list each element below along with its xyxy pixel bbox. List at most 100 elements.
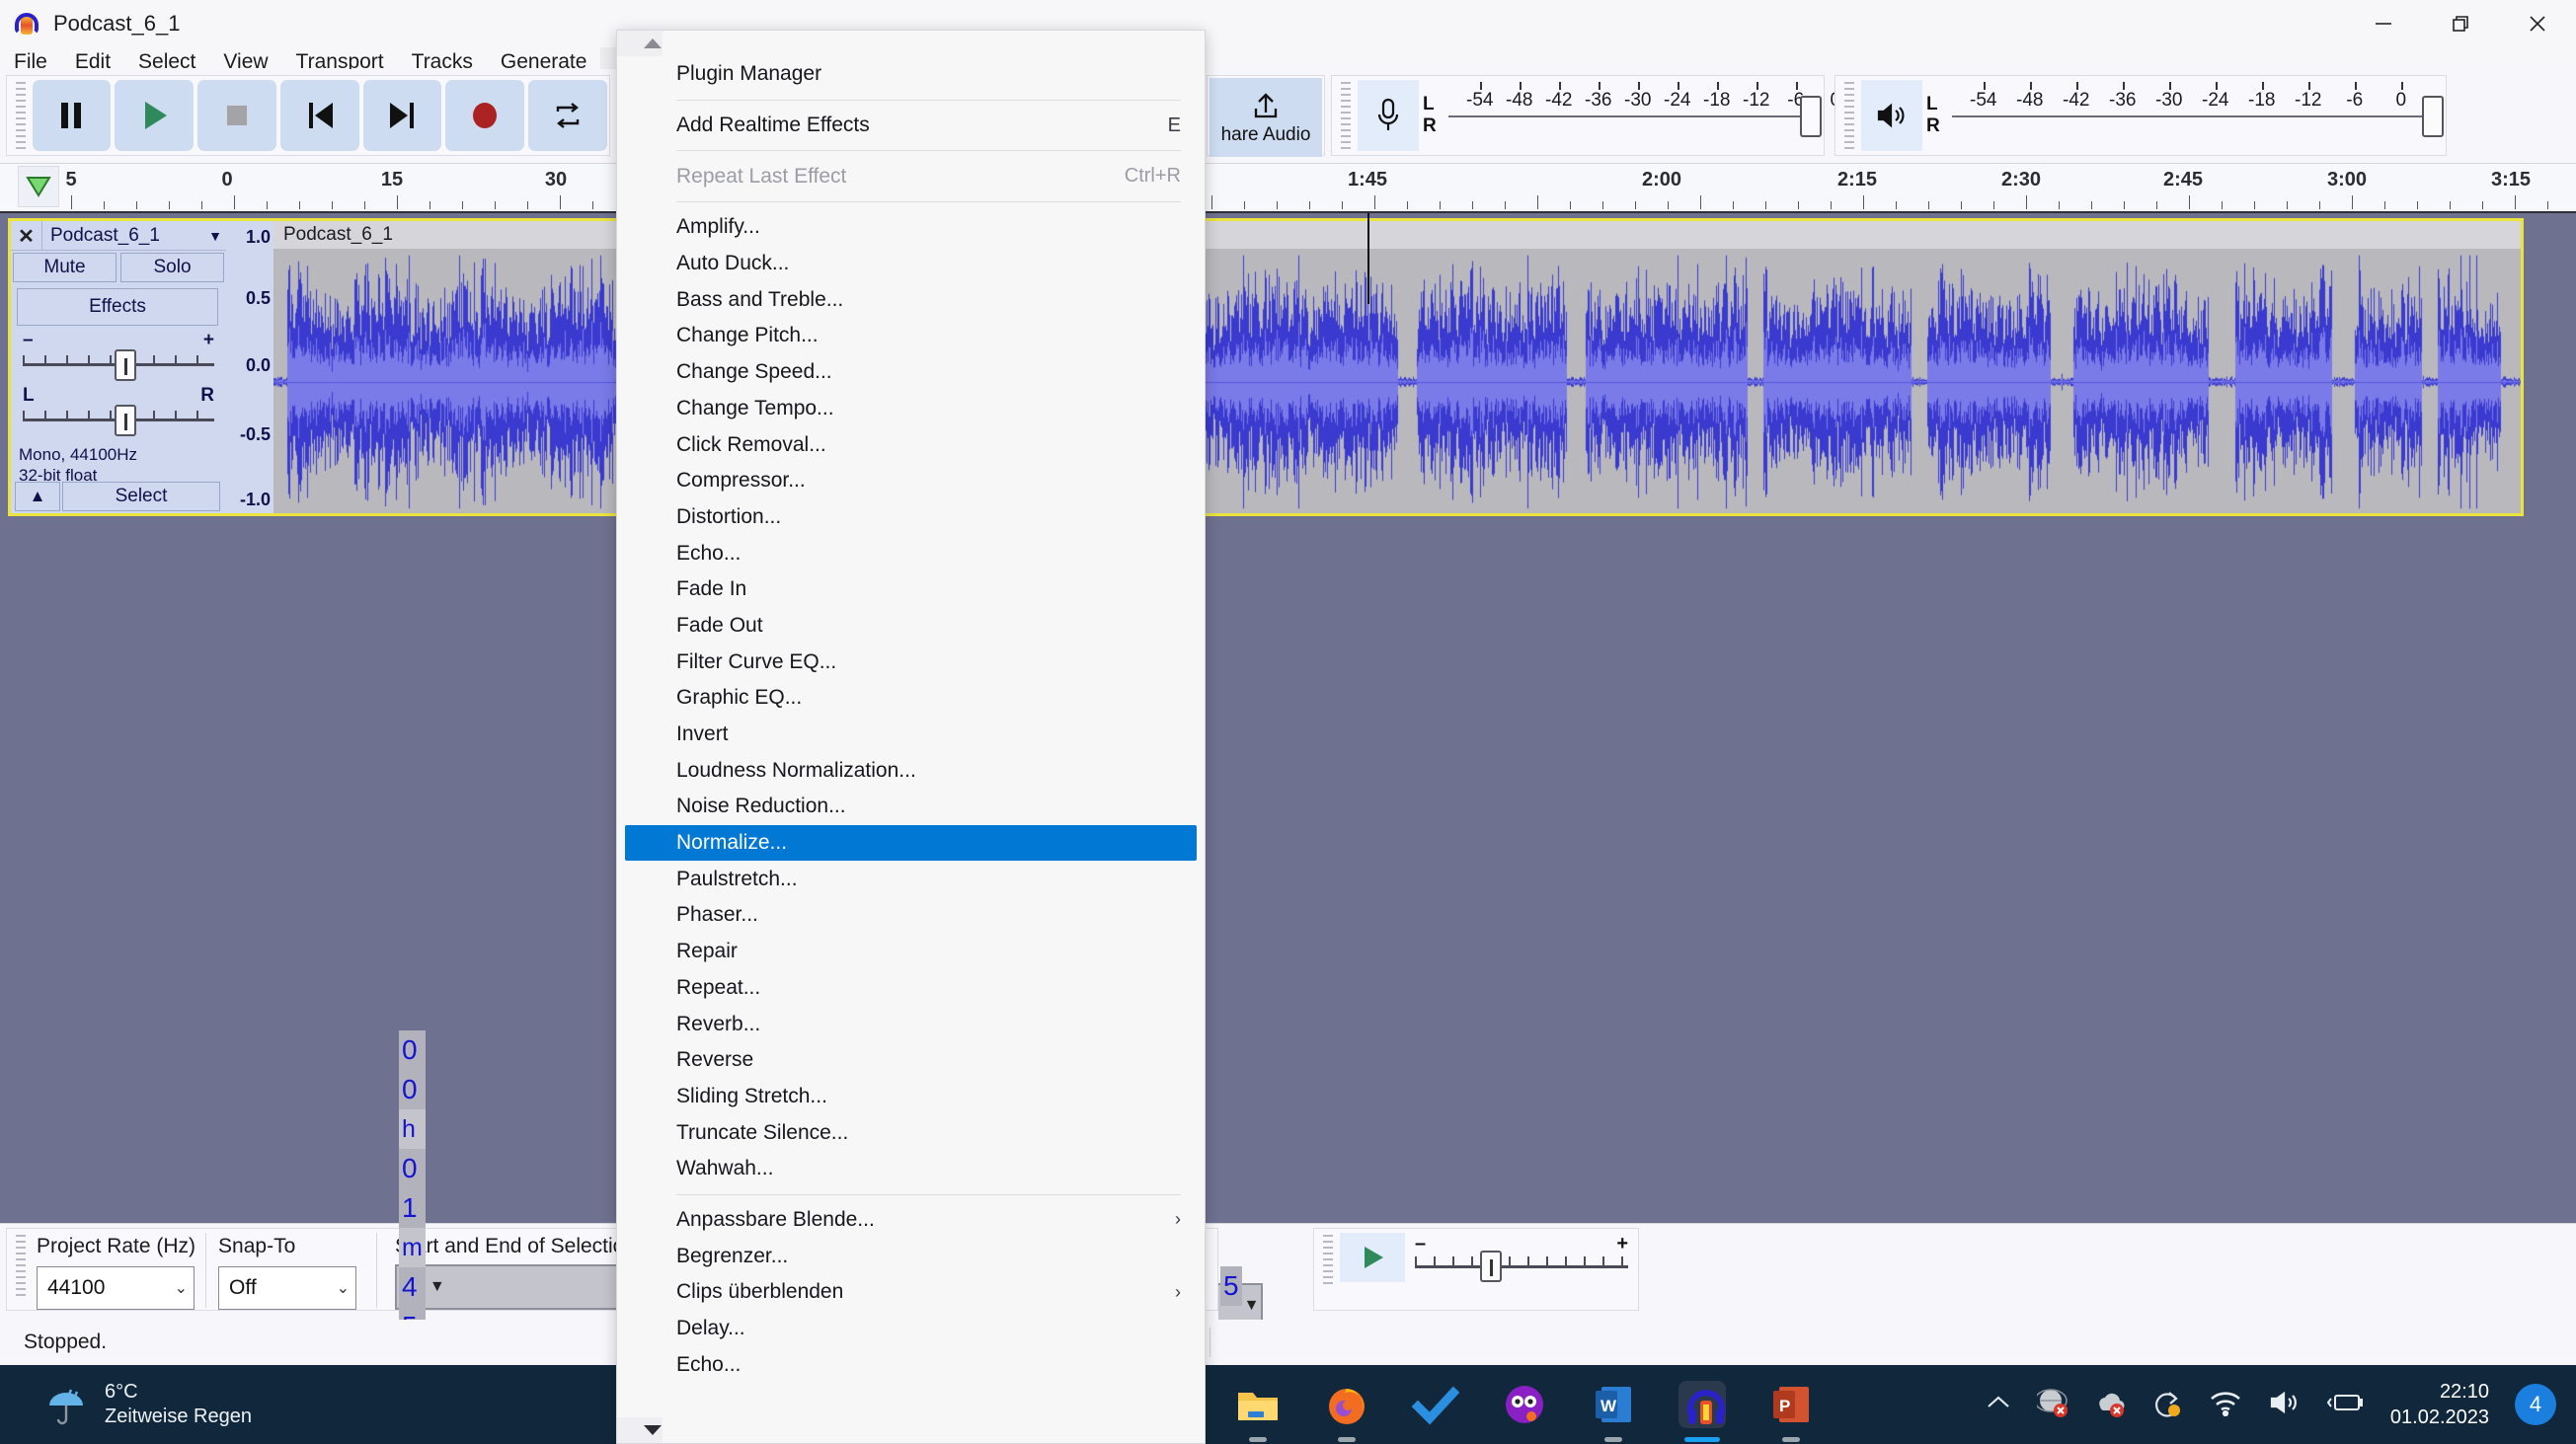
- effect-menu-item[interactable]: Wahwah...: [617, 1151, 1205, 1187]
- time-digit[interactable]: 0: [399, 1149, 426, 1188]
- time-digit[interactable]: h: [399, 1109, 426, 1149]
- effect-menu-item[interactable]: Auto Duck...: [617, 246, 1205, 282]
- effect-menu-item[interactable]: Fade Out: [617, 608, 1205, 645]
- effect-menu-item[interactable]: Noise Reduction...: [617, 789, 1205, 825]
- stop-button[interactable]: [197, 80, 276, 151]
- skip-to-start-button[interactable]: [279, 80, 359, 151]
- cloud-error-icon[interactable]: [2094, 1387, 2126, 1423]
- effect-menu-item[interactable]: Clips überblenden ›: [617, 1274, 1205, 1311]
- effect-menu-item[interactable]: Reverse: [617, 1042, 1205, 1079]
- taskbar-clock[interactable]: 22:10 01.02.2023: [2390, 1379, 2489, 1430]
- time-digit[interactable]: 0: [399, 1030, 426, 1070]
- effect-menu-item[interactable]: Anpassbare Blende... ›: [617, 1202, 1205, 1239]
- effect-menu-item[interactable]: Change Pitch...: [617, 318, 1205, 354]
- chevron-down-icon[interactable]: ▼: [429, 1278, 445, 1296]
- volume-icon[interactable]: [2268, 1389, 2302, 1421]
- gain-slider-thumb[interactable]: [115, 349, 137, 381]
- play-speed-thumb[interactable]: [1480, 1251, 1502, 1282]
- play-button[interactable]: [115, 80, 195, 151]
- time-digit[interactable]: 5: [1220, 1266, 1242, 1306]
- transport-toolbar-grip[interactable]: [13, 82, 29, 151]
- recording-meter-grip[interactable]: [1338, 82, 1354, 151]
- effect-menu-item[interactable]: Filter Curve EQ...: [617, 644, 1205, 680]
- effect-menu-item[interactable]: Begrenzer...: [617, 1238, 1205, 1274]
- collapse-up-icon[interactable]: ▲: [15, 482, 60, 511]
- effect-menu-item[interactable]: Paulstretch...: [617, 861, 1205, 897]
- effect-menu-item[interactable]: Compressor...: [617, 463, 1205, 499]
- audio-track[interactable]: ✕ Podcast_6_1 ▼ Mute Solo Effects – + L …: [8, 218, 2524, 516]
- effect-menu-item[interactable]: Bass and Treble...: [617, 281, 1205, 318]
- effect-menu-item[interactable]: Echo...: [617, 535, 1205, 571]
- audio-clip[interactable]: Podcast_6_1: [273, 221, 2521, 513]
- waveform[interactable]: [273, 249, 2521, 513]
- speaker-icon[interactable]: [1861, 80, 1922, 151]
- effect-menu-item[interactable]: Sliding Stretch...: [617, 1079, 1205, 1115]
- playback-meter-grip[interactable]: [1841, 82, 1857, 151]
- pause-button[interactable]: [32, 80, 112, 151]
- microphone-icon[interactable]: [1358, 80, 1419, 151]
- gain-slider[interactable]: – +: [21, 330, 216, 385]
- minimize-button[interactable]: [2345, 0, 2422, 47]
- solo-button[interactable]: Solo: [120, 253, 224, 282]
- notification-badge[interactable]: 4: [2515, 1384, 2556, 1425]
- pinned-play-head-icon[interactable]: [18, 166, 59, 207]
- taskbar-app-powerpoint[interactable]: P: [1767, 1381, 1815, 1442]
- timeline-ruler[interactable]: 5015301:452:002:152:302:453:003:153:30: [0, 164, 2576, 213]
- maximize-restore-button[interactable]: [2422, 0, 2499, 47]
- effect-menu-item[interactable]: Graphic EQ...: [617, 680, 1205, 717]
- vertical-db-ruler[interactable]: 1.0 0.5 0.0 -0.5 -1.0: [226, 221, 273, 513]
- effect-menu-item[interactable]: Plugin Manager: [617, 56, 1205, 93]
- taskbar-app-todo[interactable]: [1411, 1381, 1460, 1428]
- effect-menu-item[interactable]: Reverb...: [617, 1006, 1205, 1042]
- effect-menu-item[interactable]: Truncate Silence...: [617, 1114, 1205, 1151]
- effect-menu-item[interactable]: Add Realtime Effects E: [617, 108, 1205, 144]
- time-digit[interactable]: m: [399, 1228, 426, 1267]
- select-track-button[interactable]: Select: [62, 482, 220, 511]
- pan-slider[interactable]: L R: [21, 385, 216, 440]
- chevron-up-icon[interactable]: [1986, 1394, 2011, 1416]
- effect-menu-item[interactable]: Delay...: [617, 1311, 1205, 1347]
- taskbar-app-moodle[interactable]: [1501, 1381, 1548, 1428]
- effect-menu-item[interactable]: Repeat...: [617, 970, 1205, 1007]
- track-name-dropdown[interactable]: Podcast_6_1 ▼: [42, 221, 226, 250]
- project-rate-select[interactable]: 44100 ⌄: [37, 1266, 195, 1310]
- taskbar-app-word[interactable]: W: [1590, 1381, 1637, 1442]
- time-digit[interactable]: 4: [399, 1267, 426, 1307]
- effect-menu-item[interactable]: Fade In: [617, 571, 1205, 608]
- effect-menu-item[interactable]: Change Tempo...: [617, 391, 1205, 427]
- time-digit[interactable]: 0: [399, 1070, 426, 1109]
- taskbar-app-firefox[interactable]: [1323, 1381, 1370, 1442]
- taskbar-app-audacity[interactable]: [1678, 1381, 1726, 1442]
- close-button[interactable]: [2499, 0, 2576, 47]
- skip-to-end-button[interactable]: [362, 80, 442, 151]
- taskbar-app-file-explorer[interactable]: [1234, 1381, 1282, 1442]
- mute-button[interactable]: Mute: [13, 253, 117, 282]
- play-speed-slider[interactable]: – +: [1411, 1233, 1638, 1286]
- effect-menu-item[interactable]: Invert: [617, 717, 1205, 753]
- effect-menu-item[interactable]: Change Speed...: [617, 354, 1205, 391]
- effect-menu-item[interactable]: Click Removal...: [617, 426, 1205, 463]
- scroll-down-arrow-icon[interactable]: [617, 1417, 663, 1443]
- effect-menu-item[interactable]: Phaser...: [617, 897, 1205, 934]
- globe-error-icon[interactable]: [2034, 1387, 2069, 1423]
- time-digit[interactable]: 1: [399, 1188, 426, 1228]
- effect-menu-item[interactable]: Distortion...: [617, 499, 1205, 536]
- wifi-icon[interactable]: [2209, 1389, 2242, 1421]
- play-at-speed-button[interactable]: [1340, 1233, 1405, 1282]
- selection-toolbar-grip[interactable]: [13, 1235, 29, 1296]
- effect-menu-item[interactable]: Normalize...: [625, 824, 1197, 862]
- snap-to-select[interactable]: Off ⌄: [218, 1266, 357, 1310]
- sync-icon[interactable]: [2151, 1387, 2183, 1423]
- pan-slider-thumb[interactable]: [115, 405, 137, 436]
- effect-menu-item[interactable]: Repair: [617, 934, 1205, 970]
- selection-start-time-field[interactable]: 00h01m45.123s ▼: [395, 1030, 637, 1444]
- effect-menu-item[interactable]: Amplify...: [617, 209, 1205, 246]
- chevron-down-icon[interactable]: ▼: [1244, 1297, 1260, 1315]
- play-speed-toolbar-grip[interactable]: [1320, 1235, 1336, 1284]
- playback-meter-scale[interactable]: -54 -48 -42 -36 -30 -24 -18 -12 -6 0: [1945, 80, 2446, 151]
- track-effects-button[interactable]: Effects: [17, 288, 218, 326]
- effect-menu-item[interactable]: Loudness Normalization...: [617, 752, 1205, 789]
- taskbar-weather-widget[interactable]: 6°C Zeitweise Regen: [43, 1380, 252, 1429]
- record-button[interactable]: [445, 80, 525, 151]
- effect-menu-item[interactable]: Echo...: [617, 1346, 1205, 1383]
